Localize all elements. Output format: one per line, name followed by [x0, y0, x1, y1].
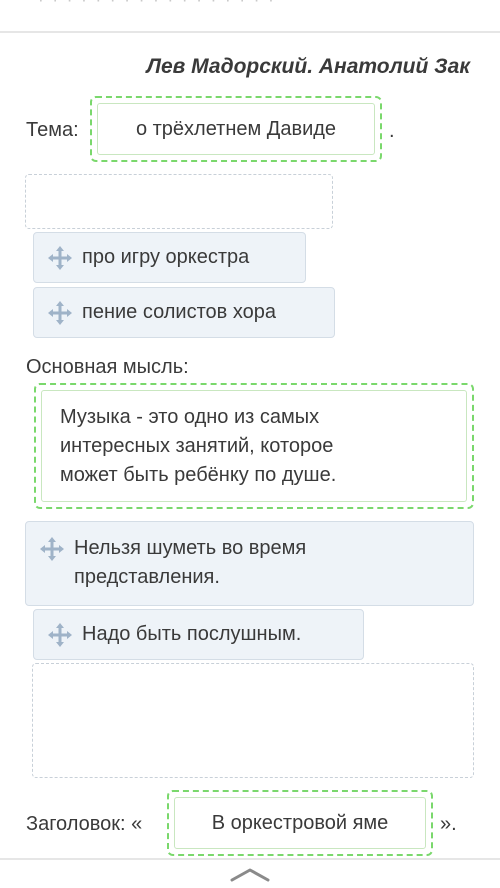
title-label: Заголовок: « — [26, 813, 143, 835]
option-label: про игру оркестра — [82, 246, 250, 268]
theme-period: . — [389, 120, 395, 142]
scrolled-content-top: · · · · · · · · · · · · · · · · · — [0, 0, 500, 26]
theme-answer-text: о трёхлетнем Давиде — [97, 103, 375, 155]
top-divider — [0, 31, 500, 33]
option-label: Нельзя шуметь во время представления. — [74, 537, 307, 588]
option-chip-obedient[interactable]: Надо быть послушным. — [33, 609, 364, 660]
title-closing-quote: ». — [440, 813, 457, 835]
cut-off-text: · · · · · · · · · · · · · · · · · — [38, 0, 276, 10]
main-idea-answer-slot[interactable]: Музыка - это одно из самых интересных за… — [34, 383, 474, 509]
option-chip-choir[interactable]: пение солистов хора — [33, 287, 335, 338]
theme-answer-slot[interactable]: о трёхлетнем Давиде — [90, 96, 382, 162]
main-idea-answer-text: Музыка - это одно из самых интересных за… — [41, 390, 467, 502]
main-idea-answer-content: Музыка - это одно из самых интересных за… — [60, 405, 337, 486]
title-answer-slot[interactable]: В оркестровой яме — [167, 790, 433, 856]
theme-empty-drop-zone[interactable] — [25, 174, 333, 229]
option-label: пение солистов хора — [82, 301, 276, 323]
theme-label: Тема: — [26, 119, 79, 141]
drag-move-icon — [40, 537, 64, 561]
bottom-divider — [0, 858, 500, 860]
drag-move-icon — [48, 622, 72, 647]
title-answer-text: В оркестровой яме — [174, 797, 426, 849]
option-chip-no-noise[interactable]: Нельзя шуметь во время представления. — [25, 521, 474, 606]
author-heading: Лев Мадорский. Анатолий Зак — [146, 55, 470, 78]
main-idea-empty-drop-zone[interactable] — [32, 663, 474, 778]
option-label: Надо быть послушным. — [82, 623, 302, 645]
chevron-up-icon[interactable] — [226, 862, 274, 884]
option-chip-orchestra[interactable]: про игру оркестра — [33, 232, 306, 283]
drag-move-icon — [48, 300, 72, 325]
main-idea-label: Основная мысль: — [26, 356, 189, 378]
drag-move-icon — [48, 245, 72, 270]
